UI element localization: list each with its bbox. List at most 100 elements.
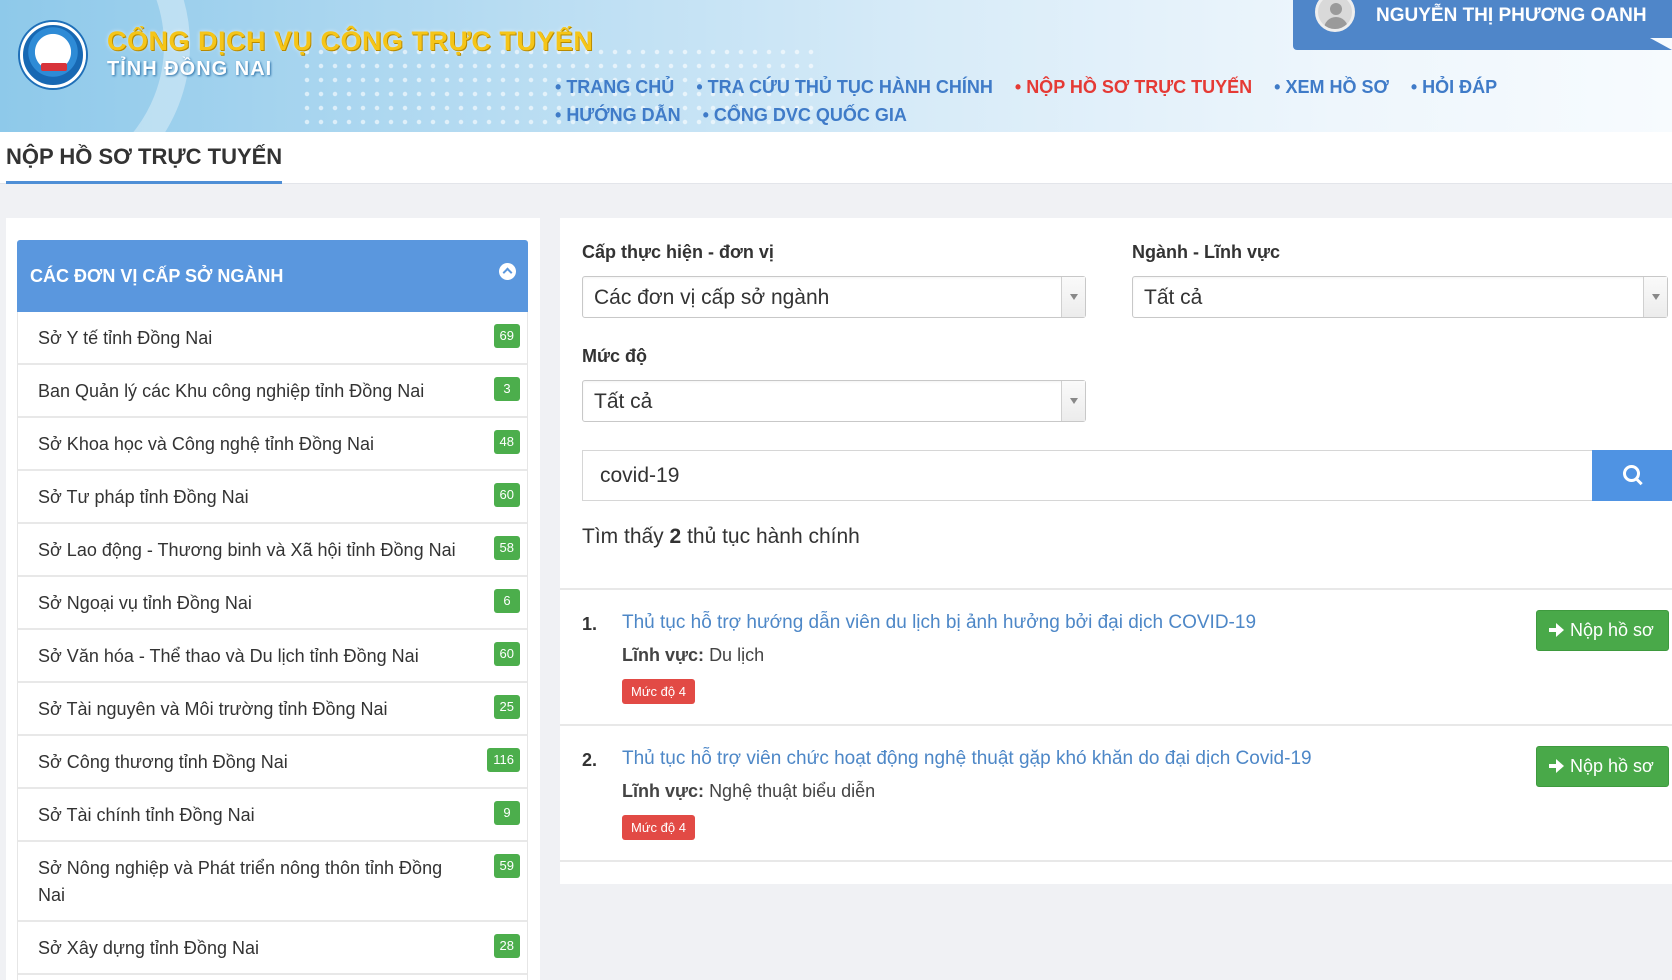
result-count: 2 — [669, 525, 682, 548]
department-name: Sở Ngoại vụ tỉnh Đồng Nai — [38, 593, 252, 613]
department-count-badge: 69 — [493, 324, 520, 348]
user-avatar-icon — [1315, 0, 1355, 32]
caret-down-icon — [1061, 277, 1085, 317]
nav-item-label: NỘP HỒ SƠ TRỰC TUYẾN — [1026, 76, 1253, 97]
submit-button-label: Nộp hồ sơ — [1570, 756, 1654, 776]
submit-application-button[interactable]: Nộp hồ sơ — [1536, 610, 1669, 651]
nav-item-label: HỎI ĐÁP — [1422, 76, 1498, 97]
department-count-badge: 48 — [493, 430, 520, 454]
department-name: Sở Tư pháp tỉnh Đồng Nai — [38, 487, 249, 507]
nav-item[interactable]: • HƯỚNG DẪN — [555, 105, 681, 126]
result-field-value: Du lịch — [709, 645, 765, 665]
result-title-link[interactable]: Thủ tục hỗ trợ viên chức hoạt động nghệ … — [622, 748, 1312, 770]
department-name: Sở Khoa học và Công nghệ tỉnh Đồng Nai — [38, 434, 375, 454]
nav-item[interactable]: • HỎI ĐÁP — [1411, 77, 1497, 98]
department-panel-title: CÁC ĐƠN VỊ CẤP SỞ NGÀNH — [30, 266, 284, 286]
level-label: Mức độ — [582, 346, 648, 366]
bullet-icon: • — [1014, 76, 1022, 97]
submit-button-label: Nộp hồ sơ — [1570, 620, 1654, 640]
department-item[interactable]: Sở Ngoại vụ tỉnh Đồng Nai 6 — [18, 577, 527, 630]
sector-label: Ngành - Lĩnh vực — [1132, 242, 1281, 262]
department-count-badge: 25 — [493, 695, 520, 719]
department-item[interactable]: Sở Văn hóa - Thể thao và Du lịch tỉnh Đồ… — [18, 630, 527, 683]
department-name: Ban Quản lý các Khu công nghiệp tỉnh Đồn… — [38, 381, 425, 401]
user-name: NGUYỄN THỊ PHƯƠNG OANH — [1376, 5, 1647, 26]
nav-item[interactable]: • CỔNG DVC QUỐC GIA — [703, 105, 907, 126]
caret-down-icon — [1643, 277, 1667, 317]
result-title-link[interactable]: Thủ tục hỗ trợ hướng dẫn viên du lịch bị… — [622, 612, 1256, 634]
site-header: CỔNG DỊCH VỤ CÔNG TRỰC TUYẾN TỈNH ĐỒNG N… — [0, 0, 1672, 132]
department-item[interactable]: Sở Công thương tỉnh Đồng Nai 116 — [18, 736, 527, 789]
search-button[interactable] — [1592, 450, 1672, 501]
submit-application-button[interactable]: Nộp hồ sơ — [1536, 746, 1669, 787]
department-count-badge: 6 — [494, 589, 520, 613]
province-logo-icon[interactable] — [20, 22, 86, 88]
bullet-icon: • — [702, 104, 709, 125]
result-summary-suffix: thủ tục hành chính — [687, 525, 860, 548]
department-item[interactable]: Sở Tài nguyên và Môi trường tỉnh Đồng Na… — [18, 683, 527, 736]
department-count-badge: 28 — [493, 934, 520, 958]
level-select-value: Tất cả — [594, 390, 653, 413]
search-icon — [1623, 465, 1642, 484]
page-title: NỘP HỒ SƠ TRỰC TUYẾN — [6, 144, 283, 184]
department-panel: CÁC ĐƠN VỊ CẤP SỞ NGÀNH Sở Y tế tỉnh Đồn… — [6, 218, 540, 980]
department-item[interactable]: Sở Tài chính tỉnh Đồng Nai 9 — [18, 789, 527, 842]
unit-select-value: Các đơn vị cấp sở ngành — [594, 286, 830, 309]
bullet-icon: • — [555, 76, 562, 97]
department-item[interactable]: Sở Kế hoạch và Đầu tư tỉnh Đồng Nai68 — [18, 975, 527, 980]
result-field: Lĩnh vực: Nghệ thuật biểu diễn — [622, 781, 875, 802]
department-item[interactable]: Sở Tư pháp tỉnh Đồng Nai 60 — [18, 471, 527, 524]
result-field-value: Nghệ thuật biểu diễn — [709, 781, 876, 801]
search-input[interactable] — [582, 450, 1592, 501]
department-count-badge: 60 — [493, 642, 520, 666]
department-item[interactable]: Sở Xây dựng tỉnh Đồng Nai 28 — [18, 922, 527, 975]
department-name: Sở Văn hóa - Thể thao và Du lịch tỉnh Đồ… — [38, 646, 419, 666]
department-count-badge: 60 — [493, 483, 520, 507]
nav-item-label: HƯỚNG DẪN — [566, 104, 681, 125]
department-item[interactable]: Sở Khoa học và Công nghệ tỉnh Đồng Nai 48 — [18, 418, 527, 471]
sector-select-value: Tất cả — [1144, 286, 1203, 309]
level-select[interactable]: Tất cả — [582, 380, 1086, 422]
department-item[interactable]: Sở Lao động - Thương binh và Xã hội tỉnh… — [18, 524, 527, 577]
department-count-badge: 59 — [493, 854, 520, 878]
department-item[interactable]: Ban Quản lý các Khu công nghiệp tỉnh Đồn… — [18, 365, 527, 418]
search-panel: Cấp thực hiện - đơn vị Các đơn vị cấp sở… — [560, 218, 1672, 884]
result-field-label: Lĩnh vực: — [622, 781, 705, 801]
department-item[interactable]: Sở Y tế tỉnh Đồng Nai 69 — [18, 312, 527, 365]
department-name: Sở Tài chính tỉnh Đồng Nai — [38, 805, 255, 825]
nav-item[interactable]: • TRA CỨU THỦ TỤC HÀNH CHÍNH — [696, 77, 993, 98]
bullet-icon: • — [555, 104, 562, 125]
nav-row-primary: • TRANG CHỦ • TRA CỨU THỦ TỤC HÀNH CHÍNH • NỘ… — [555, 73, 1555, 101]
nav-item[interactable]: • XEM HỒ SƠ — [1274, 77, 1389, 98]
department-name: Sở Lao động - Thương binh và Xã hội tỉnh… — [38, 540, 456, 560]
department-list: Sở Y tế tỉnh Đồng Nai 69 Ban Quản lý các K… — [17, 312, 528, 980]
department-name: Sở Tài nguyên và Môi trường tỉnh Đồng Na… — [38, 699, 388, 719]
arrow-right-icon — [1549, 623, 1564, 637]
arrow-right-icon — [1549, 759, 1564, 773]
nav-item-label: CỔNG DVC QUỐC GIA — [713, 104, 907, 125]
user-menu[interactable]: NGUYỄN THỊ PHƯƠNG OANH — [1293, 0, 1672, 50]
department-count-badge: 3 — [494, 377, 520, 401]
nav-item-label: TRANG CHỦ — [566, 76, 675, 97]
unit-select[interactable]: Các đơn vị cấp sở ngành — [582, 276, 1086, 318]
result-list: 1. Thủ tục hỗ trợ hướng dẫn viên du lịch… — [560, 588, 1672, 862]
bullet-icon: • — [1410, 76, 1418, 97]
result-summary: Tìm thấy 2 thủ tục hành chính — [582, 525, 860, 549]
level-badge: Mức độ 4 — [622, 679, 695, 704]
department-count-badge: 9 — [494, 801, 520, 825]
nav-item[interactable]: • NỘP HỒ SƠ TRỰC TUYẾN — [1015, 77, 1252, 98]
result-summary-prefix: Tìm thấy — [582, 525, 664, 548]
brand-title[interactable]: CỔNG DỊCH VỤ CÔNG TRỰC TUYẾN — [107, 26, 593, 57]
caret-down-icon — [1061, 381, 1085, 421]
chevron-up-icon[interactable] — [499, 263, 516, 280]
nav-item-label: XEM HỒ SƠ — [1285, 76, 1389, 97]
department-panel-header[interactable]: CÁC ĐƠN VỊ CẤP SỞ NGÀNH — [17, 240, 528, 312]
nav-item-label: TRA CỨU THỦ TỤC HÀNH CHÍNH — [707, 76, 993, 97]
department-item[interactable]: Sở Nông nghiệp và Phát triển nông thôn t… — [18, 842, 527, 922]
result-number: 2. — [582, 750, 598, 770]
nav-item[interactable]: • TRANG CHỦ — [555, 77, 674, 98]
result-number: 1. — [582, 614, 598, 634]
sector-select[interactable]: Tất cả — [1132, 276, 1668, 318]
title-bar: NỘP HỒ SƠ TRỰC TUYẾN — [0, 132, 1672, 184]
bullet-icon: • — [696, 76, 703, 97]
